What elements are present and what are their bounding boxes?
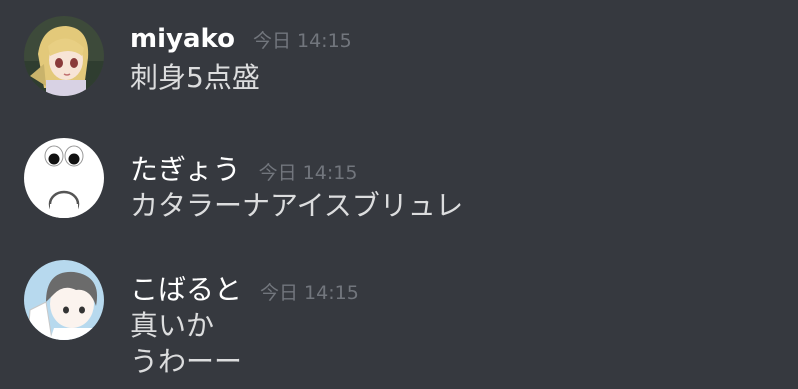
message-text: 刺身5点盛 xyxy=(130,61,260,94)
timestamp: 今日 14:15 xyxy=(260,282,359,304)
shocked-face-avatar[interactable] xyxy=(24,138,104,218)
message-text: うわーー xyxy=(130,345,243,378)
shocked-face-icon xyxy=(24,138,104,218)
anime-boy-icon xyxy=(24,260,104,340)
timestamp: 今日 14:15 xyxy=(252,30,352,52)
chat-messages: miyako 今日 14:15 刺身5点盛 たぎょう 今日 14:15 カタラー… xyxy=(0,0,798,389)
username[interactable]: たぎょう xyxy=(130,148,241,188)
timestamp: 今日 14:15 xyxy=(258,162,358,184)
anime-boy-avatar[interactable] xyxy=(24,260,104,340)
username[interactable]: miyako xyxy=(130,24,235,54)
message-text: カタラーナアイスブリュレ xyxy=(130,189,464,222)
message-text: 真いか xyxy=(130,309,215,342)
username[interactable]: こばると xyxy=(130,268,242,308)
anime-girl-avatar[interactable] xyxy=(24,16,104,96)
anime-girl-icon xyxy=(24,16,104,96)
